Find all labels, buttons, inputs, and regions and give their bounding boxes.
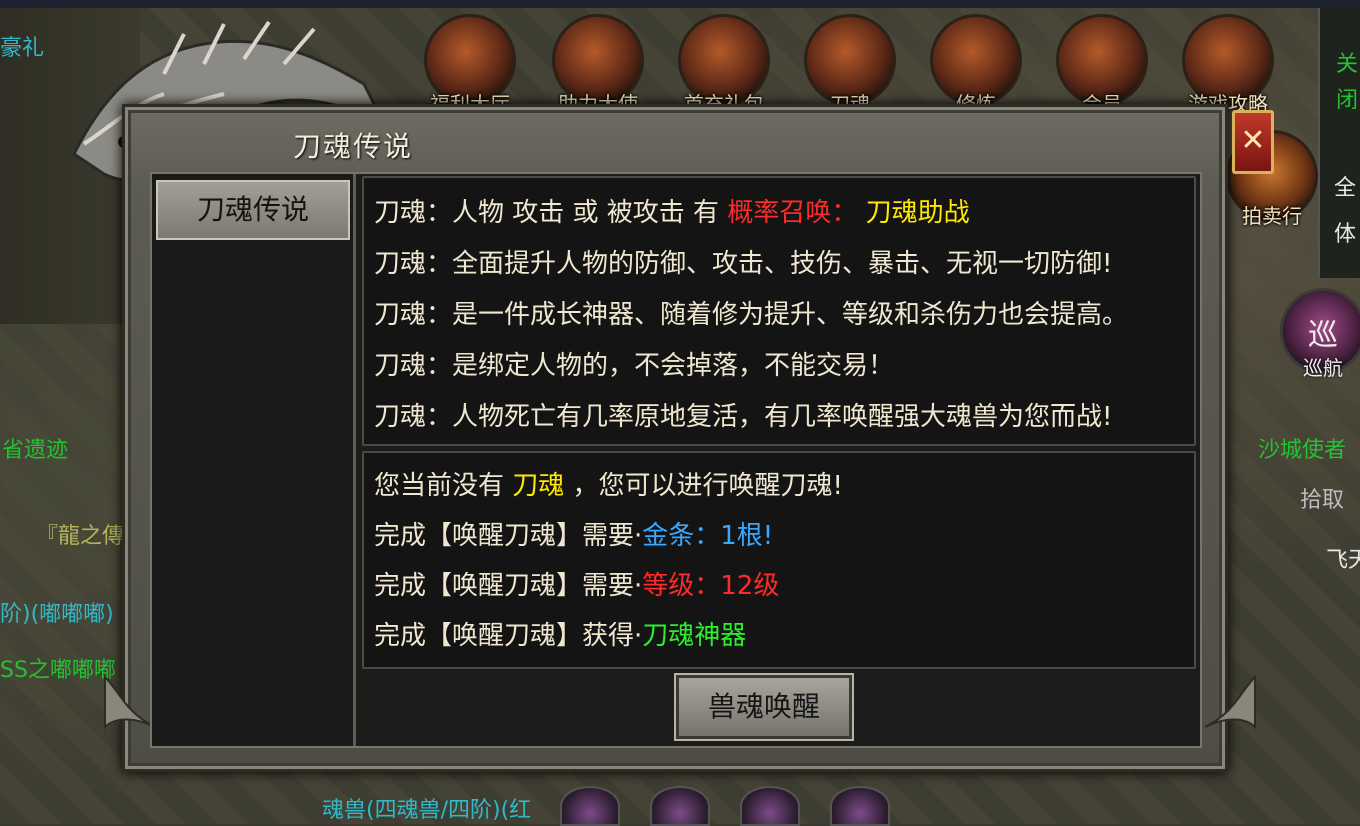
- top-menu-icon[interactable]: 修炼: [926, 14, 1026, 116]
- scene-text-right: 沙城使者: [1258, 438, 1347, 463]
- status-line: 完成【唤醒刀魂】获得·刀魂神器: [374, 615, 746, 652]
- info-line: 刀魂：是一件成长神器、随着修为提升、等级和杀伤力也会提高。: [374, 294, 1128, 331]
- scene-text-left: 阶)(嘟嘟嘟): [0, 602, 114, 627]
- close-button[interactable]: ✕: [1232, 110, 1274, 174]
- skill-icon[interactable]: [650, 786, 710, 826]
- status-line-segment: 完成【唤醒刀魂】需要·: [374, 571, 643, 601]
- tab-dao-hun-legend[interactable]: 刀魂传说: [156, 180, 350, 240]
- info-line: 刀魂：人物死亡有几率原地复活，有几率唤醒强大魂兽为您而战!: [374, 396, 1112, 433]
- info-panel: 刀魂：人物 攻击 或 被攻击 有 概率召唤： 刀魂助战刀魂：全面提升人物的防御、…: [362, 176, 1196, 446]
- status-line-segment: 刀魂: [512, 471, 565, 501]
- status-line-segment: 金条：1根!: [642, 521, 774, 551]
- top-menu-icon[interactable]: 福利大厅: [420, 14, 520, 116]
- status-line: 完成【唤醒刀魂】需要·金条：1根!: [374, 515, 773, 552]
- top-menu-icon[interactable]: 刀魂: [800, 14, 900, 116]
- info-line-segment: 刀魂助战: [857, 198, 970, 228]
- awaken-beast-soul-button[interactable]: 兽魂唤醒: [674, 673, 854, 741]
- patrol-label: 巡航: [1303, 356, 1343, 380]
- info-line: 刀魂：是绑定人物的，不会掉落，不能交易！: [374, 345, 894, 382]
- info-line-segment: 概率召唤：: [727, 198, 858, 228]
- scene-text-right: 全: [1334, 176, 1357, 201]
- auction-label: 拍卖行: [1242, 204, 1302, 228]
- dialog-sidebar: [152, 174, 356, 746]
- info-line-segment: 刀魂：是绑定人物的，不会掉落，不能交易！: [374, 351, 895, 381]
- browser-top-bar: [0, 0, 1360, 8]
- dialog-title: 刀魂传说: [293, 130, 414, 163]
- status-line-segment: 刀魂神器: [642, 621, 747, 651]
- info-line: 刀魂：人物 攻击 或 被攻击 有 概率召唤： 刀魂助战: [374, 192, 970, 229]
- scene-text-right: 飞天: [1326, 548, 1360, 573]
- info-line-segment: 刀魂：全面提升人物的防御、攻击、技伤、暴击、无视一切防御!: [374, 249, 1113, 279]
- scene-text-left: 省遗迹: [2, 438, 69, 463]
- status-line: 完成【唤醒刀魂】需要·等级：12级: [374, 565, 779, 602]
- scene-text-left: SS之嘟嘟嘟: [0, 658, 116, 683]
- status-line-segment: 等级：12级: [642, 571, 780, 601]
- status-line-segment: 完成【唤醒刀魂】获得·: [374, 621, 643, 651]
- status-line: 您当前没有 刀魂 ，您可以进行唤醒刀魂!: [374, 465, 843, 502]
- scene-text-left: 『龍之傳: [36, 524, 125, 549]
- scene-text-right: 体: [1334, 222, 1357, 247]
- corner-ornament-icon: [1204, 674, 1256, 730]
- info-line-segment: 刀魂：人物死亡有几率原地复活，有几率唤醒强大魂兽为您而战!: [374, 402, 1113, 432]
- info-line-segment: 刀魂：是一件成长神器、随着修为提升、等级和杀伤力也会提高。: [374, 300, 1129, 330]
- skill-icon[interactable]: [560, 786, 620, 826]
- scene-text-left: 豪礼: [0, 36, 45, 61]
- top-menu-icon[interactable]: 首充礼包: [674, 14, 774, 116]
- top-menu-icon[interactable]: 助力大使: [548, 14, 648, 116]
- status-line-segment: ，您可以进行唤醒刀魂!: [564, 471, 843, 501]
- info-line-segment: 刀魂：人物 攻击 或 被攻击 有: [374, 198, 728, 228]
- scene-text-right: 拾取: [1300, 488, 1345, 513]
- bottom-name-label: 魂兽(四魂兽/四阶)(红: [322, 798, 532, 823]
- patrol-glyph: 巡: [1308, 318, 1338, 353]
- skill-icon[interactable]: [740, 786, 800, 826]
- status-line-segment: 完成【唤醒刀魂】需要·: [374, 521, 643, 551]
- status-line-segment: 您当前没有: [374, 471, 513, 501]
- scene-text-right: 关: [1336, 52, 1359, 77]
- top-menu-icon[interactable]: 游戏攻略: [1178, 14, 1278, 116]
- top-menu-icon[interactable]: 会员: [1052, 14, 1152, 116]
- patrol-icon[interactable]: 巡 巡航: [1280, 288, 1360, 380]
- status-panel: 您当前没有 刀魂 ，您可以进行唤醒刀魂! 完成【唤醒刀魂】需要·金条：1根! 完成【…: [362, 451, 1196, 669]
- skill-icon[interactable]: [830, 786, 890, 826]
- scene-text-right: 闭: [1336, 88, 1359, 113]
- info-line: 刀魂：全面提升人物的防御、攻击、技伤、暴击、无视一切防御!: [374, 243, 1112, 280]
